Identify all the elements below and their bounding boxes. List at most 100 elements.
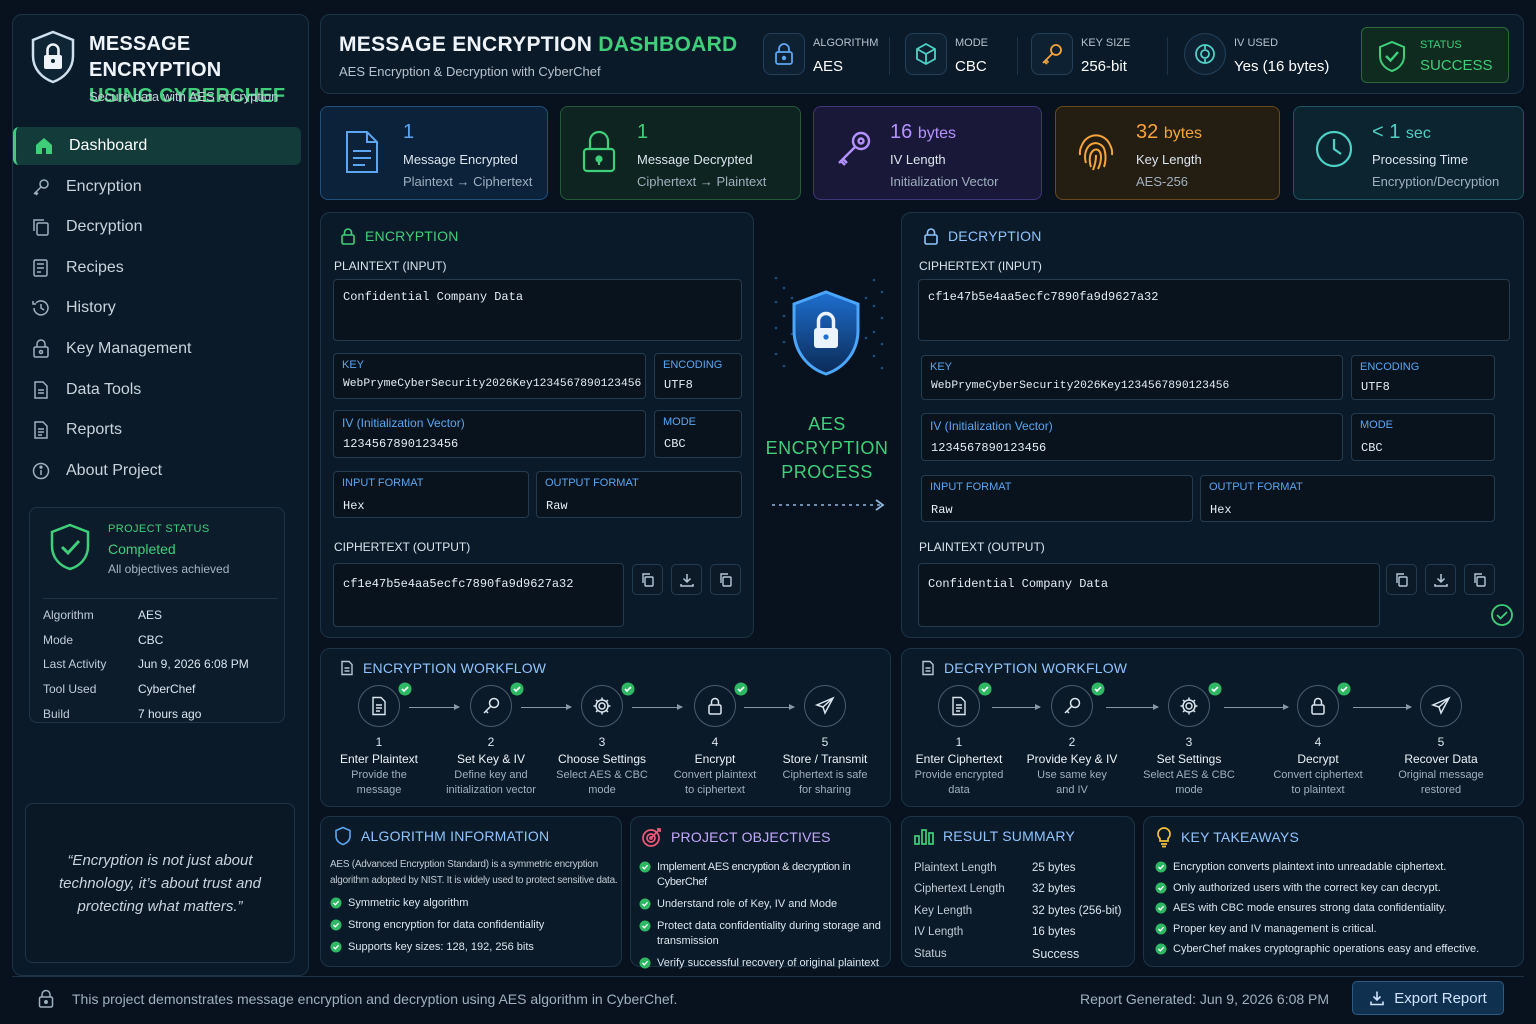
result-summary-heading: RESULT SUMMARY — [913, 826, 1075, 846]
workflow-step: 2 Provide Key & IV Use same key and IV — [1017, 682, 1127, 798]
field-label: INPUT FORMAT — [930, 481, 1012, 493]
row-value: 25 bytes — [1032, 861, 1076, 874]
row-value: Success — [1032, 946, 1080, 961]
lock-icon — [1297, 682, 1351, 727]
sidebar-item-about-project[interactable]: About Project — [13, 452, 301, 490]
decryption-heading: DECRYPTION — [922, 227, 1042, 245]
shield-lock-icon — [788, 288, 864, 378]
check-icon — [734, 682, 748, 696]
sidebar-item-history[interactable]: History — [13, 289, 301, 327]
plaintext-input[interactable]: Confidential Company Data — [333, 279, 742, 341]
list-item-text: CyberChef makes cryptographic operations… — [1173, 943, 1480, 956]
sidebar-item-encryption[interactable]: Encryption — [13, 168, 301, 206]
field-label: MODE — [1360, 419, 1393, 431]
output-format-field[interactable]: OUTPUT FORMAT Raw — [536, 471, 742, 518]
download-icon — [1369, 990, 1385, 1006]
sidebar-item-label: Dashboard — [69, 137, 148, 154]
step-number: 3 — [598, 735, 606, 749]
section-title: DECRYPTION — [948, 228, 1042, 244]
sidebar-item-data-tools[interactable]: Data Tools — [13, 371, 301, 409]
decryption-panel: DECRYPTION CIPHERTEXT (INPUT) cf1e47b5e4… — [901, 212, 1524, 638]
copy-icon — [1394, 572, 1410, 588]
duplicate-output-button[interactable] — [1464, 564, 1495, 595]
sidebar-item-recipes[interactable]: Recipes — [13, 249, 301, 287]
metric-card-processing-time: < 1 sec Processing Time Encryption/Decry… — [1293, 106, 1524, 200]
check-icon — [1091, 682, 1105, 696]
sidebar-item-reports[interactable]: Reports — [13, 411, 301, 449]
step-desc: Original message restored — [1398, 769, 1484, 796]
metric-sub: Ciphertext → Plaintext — [637, 174, 767, 189]
download-icon — [679, 572, 695, 588]
app-subtitle: Secure data with AES encryption — [89, 89, 279, 104]
stat-label: ALGORITHM — [813, 37, 879, 49]
export-report-button[interactable]: Export Report — [1352, 981, 1504, 1015]
plaintext-output[interactable]: Confidential Company Data — [918, 563, 1380, 627]
sidebar-item-label: Reports — [66, 421, 123, 439]
encryption-heading: ENCRYPTION — [339, 227, 459, 245]
lock-icon — [339, 227, 357, 245]
field-value: 1234567890123456 — [931, 441, 1047, 455]
check-icon — [639, 920, 651, 932]
list-item: Symmetric key algorithm — [330, 896, 618, 911]
row-key: Key Length — [914, 904, 973, 917]
metric-value: < 1 sec — [1372, 121, 1431, 143]
ciphertext-input-label: CIPHERTEXT (INPUT) — [919, 259, 1042, 273]
mode-field[interactable]: MODE CBC — [654, 410, 742, 458]
key-icon — [31, 177, 51, 197]
project-status-note: All objectives achieved — [108, 562, 230, 576]
input-format-field[interactable]: INPUT FORMAT Hex — [333, 471, 529, 518]
step-desc: Convert plaintext to ciphertext — [673, 769, 757, 796]
copy-output-button[interactable] — [1386, 564, 1417, 595]
list-item: Proper key and IV management is critical… — [1155, 922, 1520, 937]
sidebar-item-dashboard[interactable]: Dashboard — [13, 127, 301, 165]
key-field[interactable]: KEY WebPrymeCyberSecurity2026Key123456789… — [921, 355, 1343, 400]
step-desc: Use same key and IV — [1037, 769, 1107, 796]
clock-icon — [1314, 129, 1354, 169]
ciphertext-output-label: CIPHERTEXT (OUTPUT) — [334, 540, 471, 554]
sidebar-item-label: History — [66, 299, 116, 317]
field-value: WebPrymeCyberSecurity2026Key123456789012… — [931, 380, 1230, 392]
ciphertext-output[interactable]: cf1e47b5e4aa5ecfc7890fa9d9627a32 — [333, 563, 624, 627]
detail-value: 7 hours ago — [138, 706, 202, 721]
sidebar-item-decryption[interactable]: Decryption — [13, 208, 301, 246]
lock-icon — [763, 33, 805, 75]
cube-icon — [905, 33, 947, 75]
document-icon — [341, 129, 383, 175]
check-icon — [1155, 861, 1167, 873]
output-format-field[interactable]: OUTPUT FORMAT Hex — [1200, 475, 1495, 522]
iv-field[interactable]: IV (Initialization Vector) 12345678901234… — [921, 413, 1343, 461]
copy-output-button[interactable] — [632, 564, 663, 595]
encoding-field[interactable]: ENCODING UTF8 — [1351, 355, 1495, 400]
duplicate-output-button[interactable] — [710, 564, 741, 595]
field-label: ENCODING — [1360, 361, 1420, 373]
document-icon — [358, 682, 412, 727]
iv-field[interactable]: IV (Initialization Vector) 12345678901234… — [333, 410, 646, 458]
step-desc: Convert ciphertext to plaintext — [1273, 769, 1363, 796]
takeaways-list: Encryption converts plaintext into unrea… — [1155, 860, 1520, 963]
key-field[interactable]: KEY WebPrymeCyberSecurity2026Key123456789… — [333, 353, 646, 399]
input-format-field[interactable]: INPUT FORMAT Raw — [921, 475, 1193, 522]
list-item-text: Proper key and IV management is critical… — [1173, 922, 1377, 935]
step-name: Choose Settings — [557, 752, 647, 766]
algorithm-points: Symmetric key algorithm Strong encryptio… — [330, 896, 618, 962]
field-value: Raw — [546, 499, 568, 513]
result-summary-panel: RESULT SUMMARY Plaintext Length 25 bytes … — [901, 816, 1135, 967]
download-output-button[interactable] — [671, 564, 702, 595]
stat-value: AES — [813, 58, 844, 75]
encoding-field[interactable]: ENCODING UTF8 — [654, 353, 742, 399]
row-key: Ciphertext Length — [914, 883, 1005, 896]
field-value: 1234567890123456 — [343, 437, 459, 451]
sidebar-item-key-management[interactable]: Key Management — [13, 330, 301, 368]
lock-icon — [38, 989, 54, 1008]
download-output-button[interactable] — [1425, 564, 1456, 595]
list-item: Verify successful recovery of original p… — [639, 956, 889, 971]
metric-label: Key Length — [1136, 152, 1202, 167]
step-name: Set Key & IV — [456, 752, 526, 766]
check-icon — [978, 682, 992, 696]
shield-icon — [333, 826, 353, 846]
ciphertext-input[interactable]: cf1e47b5e4aa5ecfc7890fa9d9627a32 — [918, 279, 1510, 341]
sidebar-item-label: Encryption — [66, 177, 142, 195]
check-icon — [330, 897, 342, 909]
shield-lock-logo-icon — [29, 29, 77, 85]
mode-field[interactable]: MODE CBC — [1351, 413, 1495, 461]
